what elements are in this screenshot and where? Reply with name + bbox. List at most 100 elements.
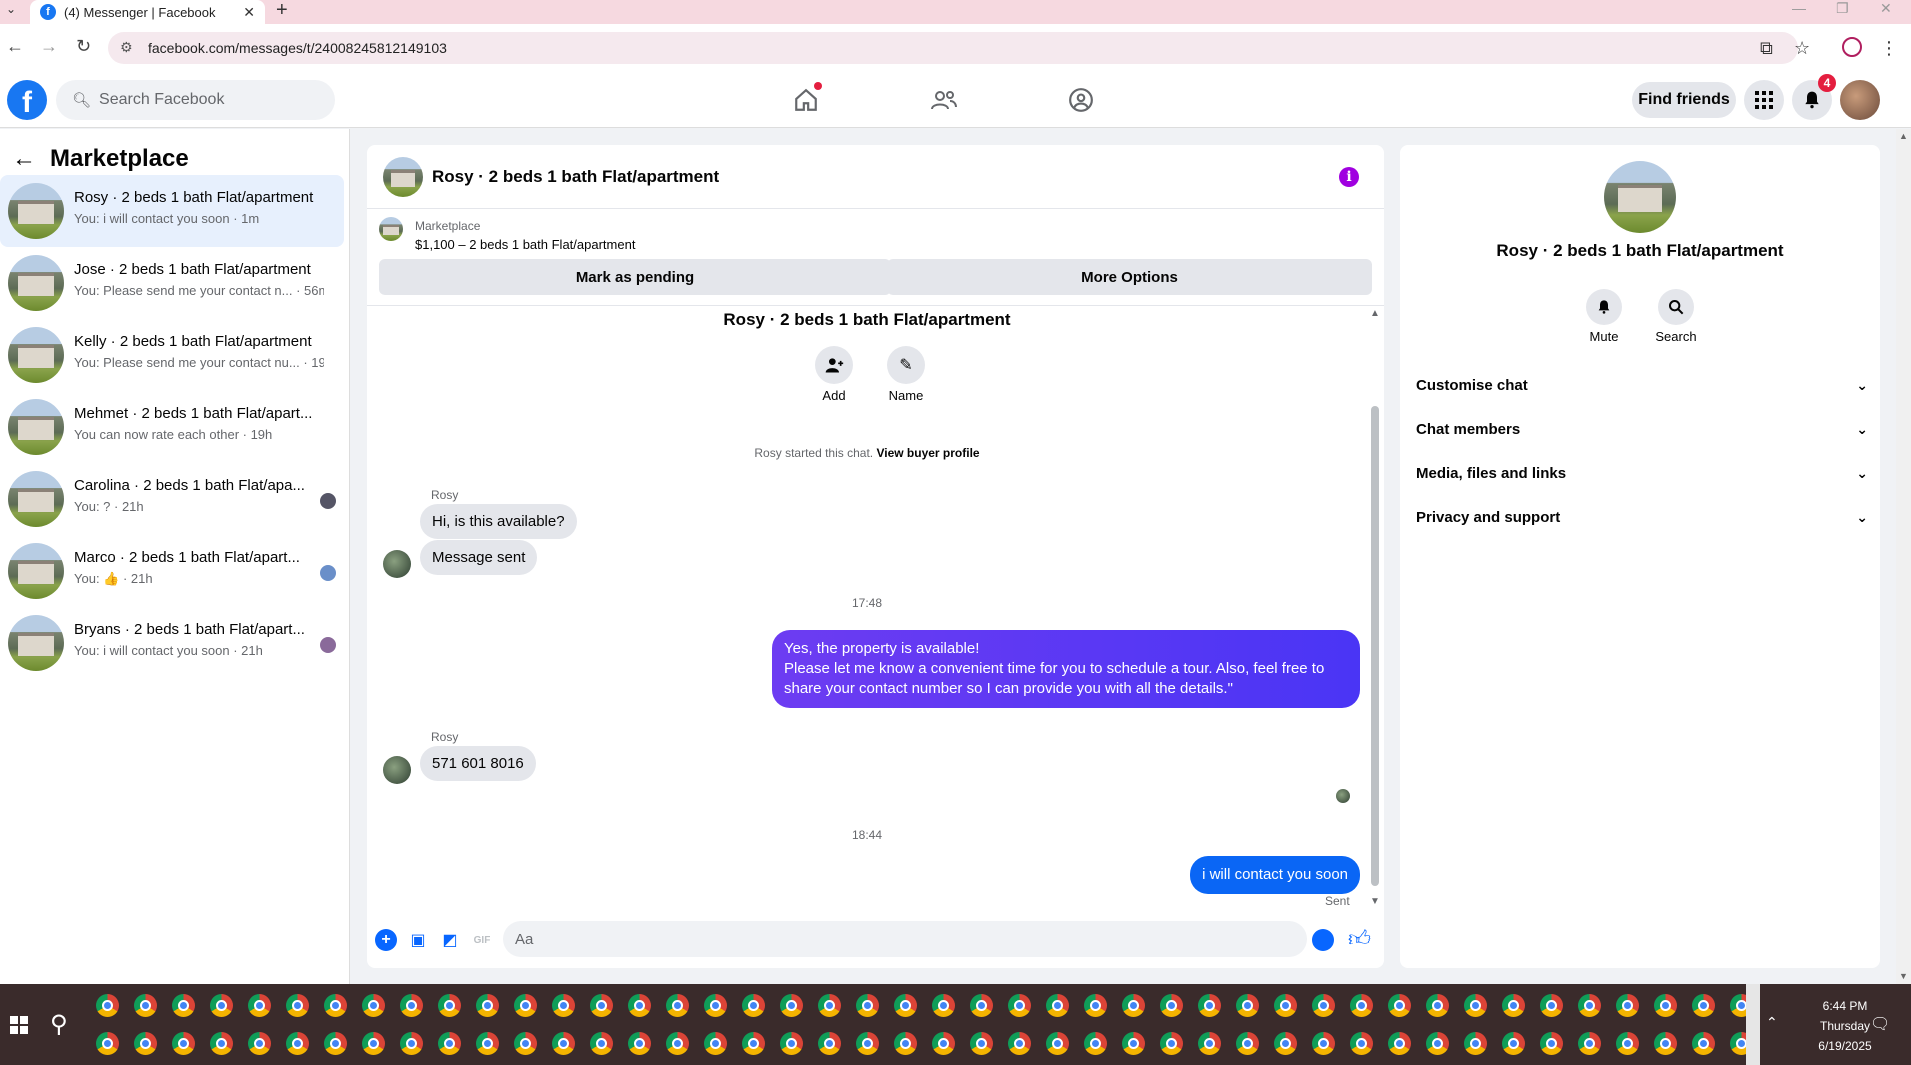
browser-menu-icon[interactable]: ⋮ (1880, 38, 1898, 59)
chrome-taskbar-icon[interactable] (1084, 1032, 1107, 1055)
chrome-taskbar-icon[interactable] (1312, 994, 1335, 1017)
chrome-taskbar-icon[interactable] (1198, 994, 1221, 1017)
chrome-taskbar-icon[interactable] (1274, 994, 1297, 1017)
conversation-item[interactable]: Carolina · 2 beds 1 bath Flat/apa... You… (0, 463, 344, 535)
menu-grid-icon[interactable] (1744, 80, 1784, 120)
info-icon[interactable]: i (1339, 167, 1359, 187)
restore-icon[interactable]: ❐ (1836, 0, 1849, 17)
chrome-taskbar-icon[interactable] (400, 1032, 423, 1055)
scroll-up-icon[interactable]: ▲ (1370, 308, 1380, 319)
incoming-message[interactable]: Message sent (420, 540, 538, 575)
chrome-taskbar-icon[interactable] (1198, 1032, 1221, 1055)
photo-icon[interactable]: ▣ (407, 929, 429, 951)
chrome-taskbar-icon[interactable] (818, 994, 841, 1017)
privacy-support-row[interactable]: Privacy and support ⌄ (1416, 499, 1868, 535)
page-scrollbar[interactable]: ▲ ▼ (1896, 129, 1911, 984)
chrome-taskbar-icon[interactable] (96, 1032, 119, 1055)
media-files-links-row[interactable]: Media, files and links ⌄ (1416, 455, 1868, 491)
chrome-taskbar-icon[interactable] (362, 1032, 385, 1055)
notification-center-icon[interactable]: 🗨︎ (1870, 1014, 1890, 1034)
chrome-taskbar-icon[interactable] (1350, 1032, 1373, 1055)
chrome-taskbar-icon[interactable] (1616, 994, 1639, 1017)
chrome-taskbar-icon[interactable] (1122, 994, 1145, 1017)
search-facebook-input[interactable]: 🔍︎ Search Facebook (56, 80, 335, 120)
chrome-taskbar-icon[interactable] (1274, 1032, 1297, 1055)
home-nav-icon[interactable] (790, 82, 822, 116)
chat-members-row[interactable]: Chat members ⌄ (1416, 411, 1868, 447)
chrome-taskbar-icon[interactable] (1464, 994, 1487, 1017)
chrome-taskbar-icon[interactable] (970, 1032, 993, 1055)
sticker-icon[interactable]: ◩ (439, 929, 461, 951)
site-info-icon[interactable]: ⚙ (120, 39, 133, 56)
chrome-taskbar-icon[interactable] (1084, 994, 1107, 1017)
chrome-taskbar-icon[interactable] (172, 994, 195, 1017)
taskbar-scrollbar[interactable] (1746, 984, 1760, 1065)
chrome-taskbar-icon[interactable] (856, 1032, 879, 1055)
more-options-button[interactable]: More Options (887, 259, 1372, 295)
chrome-taskbar-icon[interactable] (210, 994, 233, 1017)
chrome-taskbar-icon[interactable] (704, 1032, 727, 1055)
chrome-taskbar-icon[interactable] (476, 994, 499, 1017)
chrome-taskbar-icon[interactable] (1616, 1032, 1639, 1055)
close-tab-icon[interactable]: ✕ (243, 4, 255, 21)
listing-photo[interactable] (1604, 161, 1676, 233)
chrome-taskbar-icon[interactable] (1160, 1032, 1183, 1055)
plus-icon[interactable]: + (375, 929, 397, 951)
chrome-taskbar-icon[interactable] (856, 994, 879, 1017)
chrome-taskbar-icon[interactable] (248, 994, 271, 1017)
mute-bell-icon[interactable] (1586, 289, 1622, 325)
chrome-taskbar-icon[interactable] (1578, 1032, 1601, 1055)
chrome-taskbar-icon[interactable] (1540, 1032, 1563, 1055)
chrome-taskbar-icon[interactable] (514, 994, 537, 1017)
facebook-logo-icon[interactable]: f (7, 80, 47, 120)
groups-nav-icon[interactable] (1065, 84, 1097, 116)
emoji-icon[interactable] (1312, 929, 1334, 951)
tray-chevron-up-icon[interactable]: ⌃ (1766, 1014, 1778, 1031)
chrome-taskbar-icon[interactable] (1426, 994, 1449, 1017)
chrome-taskbar-icon[interactable] (362, 994, 385, 1017)
chrome-taskbar-icon[interactable] (742, 994, 765, 1017)
chrome-taskbar-icon[interactable] (172, 1032, 195, 1055)
new-tab-icon[interactable]: + (276, 0, 288, 22)
sender-avatar[interactable] (383, 756, 411, 784)
chrome-taskbar-icon[interactable] (1502, 994, 1525, 1017)
browser-tab[interactable]: f (4) Messenger | Facebook ✕ (30, 0, 265, 24)
chrome-taskbar-icon[interactable] (666, 994, 689, 1017)
chrome-taskbar-icon[interactable] (970, 994, 993, 1017)
chrome-taskbar-icon[interactable] (704, 994, 727, 1017)
like-thumb-icon[interactable]: 👍︎ (1348, 925, 1371, 952)
windows-start-icon[interactable] (10, 1016, 28, 1034)
install-app-icon[interactable]: ⧉ (1760, 38, 1773, 59)
chrome-taskbar-icon[interactable] (666, 1032, 689, 1055)
incoming-message[interactable]: 571 601 8016 (420, 746, 536, 781)
friends-nav-icon[interactable] (928, 84, 960, 116)
chrome-taskbar-icon[interactable] (1464, 1032, 1487, 1055)
chrome-taskbar-icon[interactable] (1236, 1032, 1259, 1055)
chrome-taskbar-icon[interactable] (1654, 1032, 1677, 1055)
chrome-taskbar-icon[interactable] (628, 994, 651, 1017)
chrome-taskbar-icon[interactable] (552, 994, 575, 1017)
chrome-taskbar-icon[interactable] (1388, 994, 1411, 1017)
chrome-taskbar-icon[interactable] (1578, 994, 1601, 1017)
chrome-taskbar-icon[interactable] (1122, 1032, 1145, 1055)
chrome-taskbar-icon[interactable] (1692, 994, 1715, 1017)
search-in-chat-icon[interactable] (1658, 289, 1694, 325)
chrome-taskbar-icon[interactable] (1046, 1032, 1069, 1055)
chrome-taskbar-icon[interactable] (552, 1032, 575, 1055)
chrome-taskbar-icon[interactable] (286, 1032, 309, 1055)
back-arrow-icon[interactable]: ← (12, 145, 36, 173)
chrome-taskbar-icon[interactable] (400, 994, 423, 1017)
outgoing-message[interactable]: i will contact you soon (1190, 856, 1360, 894)
address-bar[interactable]: ⚙ facebook.com/messages/t/24008245812149… (108, 32, 1798, 64)
conversation-item[interactable]: Kelly · 2 beds 1 bath Flat/apartment You… (0, 319, 344, 391)
gif-icon[interactable]: GIF (471, 929, 493, 951)
mark-as-pending-button[interactable]: Mark as pending (379, 259, 891, 295)
tab-search-icon[interactable]: ⌄ (6, 2, 16, 16)
chrome-taskbar-icon[interactable] (286, 994, 309, 1017)
scroll-down-icon[interactable]: ▼ (1370, 896, 1380, 907)
chrome-taskbar-icon[interactable] (1008, 994, 1031, 1017)
chrome-taskbar-icon[interactable] (1350, 994, 1373, 1017)
edit-name-icon[interactable]: ✎ (887, 346, 925, 384)
message-input[interactable]: Aa (503, 921, 1307, 957)
taskbar-search-icon[interactable]: ⚲ (50, 1010, 68, 1039)
